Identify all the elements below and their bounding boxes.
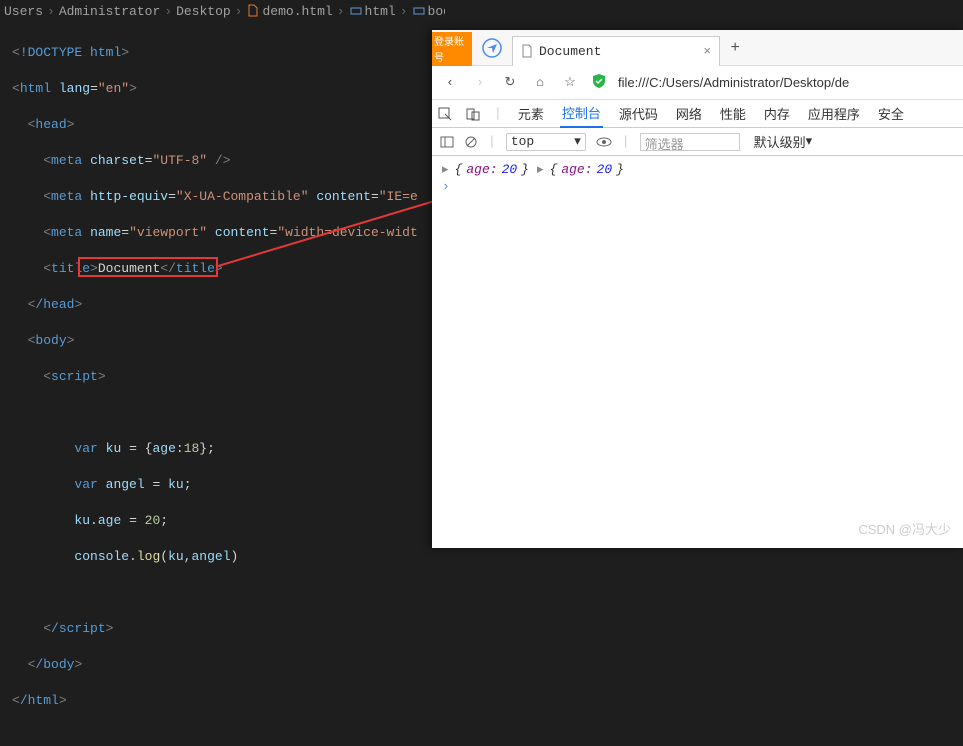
expand-icon[interactable]: ▸ <box>537 162 544 177</box>
expand-icon[interactable]: ▸ <box>442 162 449 177</box>
address-bar: ‹ › ↻ ⌂ ☆ file:///C:/Users/Administrator… <box>432 66 963 100</box>
breadcrumb-item[interactable]: Desktop <box>176 4 231 19</box>
tag-icon <box>412 4 426 18</box>
tab-security[interactable]: 安全 <box>876 100 906 128</box>
tab-elements[interactable]: 元素 <box>516 100 546 128</box>
close-icon[interactable]: × <box>703 44 711 59</box>
console-toolbar: | top ▾ | 筛选器 默认级别 ▾ <box>432 128 963 156</box>
clear-console-icon[interactable] <box>464 135 478 149</box>
console-prompt[interactable]: › <box>442 179 953 194</box>
forward-button[interactable]: › <box>470 75 490 90</box>
tab-title: Document <box>539 44 601 59</box>
favorite-button[interactable]: ☆ <box>560 75 580 90</box>
watermark: CSDN @冯大少 <box>858 519 951 538</box>
breadcrumb-item[interactable]: Users <box>4 4 43 19</box>
device-icon[interactable] <box>466 107 480 121</box>
url-text[interactable]: file:///C:/Users/Administrator/Desktop/d… <box>618 75 849 90</box>
new-tab-button[interactable]: + <box>720 39 750 57</box>
back-button[interactable]: ‹ <box>440 75 460 90</box>
breadcrumb-item[interactable]: html <box>365 4 396 19</box>
filter-input[interactable]: 筛选器 <box>640 133 740 151</box>
home-button[interactable]: ⌂ <box>530 75 550 90</box>
breadcrumb-item[interactable]: demo.html <box>262 4 332 19</box>
tab-network[interactable]: 网络 <box>674 100 704 128</box>
code-area[interactable]: <!DOCTYPE html> <html lang="en"> <head> … <box>0 22 445 746</box>
page-icon <box>521 44 533 58</box>
inspect-icon[interactable] <box>438 107 452 121</box>
tab-performance[interactable]: 性能 <box>718 100 748 128</box>
browser-window: 登录账号 Document × + ‹ › ↻ ⌂ ☆ file:///C:/U… <box>432 30 963 548</box>
code-editor: Users› Administrator› Desktop› demo.html… <box>0 0 445 548</box>
tab-application[interactable]: 应用程序 <box>806 100 862 128</box>
tab-sources[interactable]: 源代码 <box>617 100 660 128</box>
tag-icon <box>349 4 363 18</box>
tab-console[interactable]: 控制台 <box>560 100 603 128</box>
breadcrumb-item[interactable]: body <box>428 4 445 19</box>
plane-icon[interactable] <box>472 30 512 66</box>
console-row[interactable]: ▸{age: 20} ▸{age: 20} <box>442 162 953 177</box>
reload-button[interactable]: ↻ <box>500 75 520 90</box>
console-output[interactable]: ▸{age: 20} ▸{age: 20} › <box>432 156 963 200</box>
log-level-selector[interactable]: 默认级别 ▾ <box>750 133 817 151</box>
live-expression-icon[interactable] <box>596 136 612 148</box>
breadcrumb[interactable]: Users› Administrator› Desktop› demo.html… <box>0 0 445 22</box>
browser-tab-bar: 登录账号 Document × + <box>432 30 963 66</box>
browser-tab[interactable]: Document × <box>512 36 720 66</box>
shield-icon[interactable] <box>590 72 608 94</box>
browser-logo-icon[interactable]: 登录账号 <box>432 30 472 66</box>
file-icon <box>246 4 260 18</box>
sidebar-toggle-icon[interactable] <box>440 135 454 149</box>
tab-memory[interactable]: 内存 <box>762 100 792 128</box>
breadcrumb-item[interactable]: Administrator <box>59 4 160 19</box>
devtools-tab-bar: | 元素 控制台 源代码 网络 性能 内存 应用程序 安全 <box>432 100 963 128</box>
login-badge[interactable]: 登录账号 <box>432 32 472 66</box>
context-selector[interactable]: top ▾ <box>506 133 586 151</box>
